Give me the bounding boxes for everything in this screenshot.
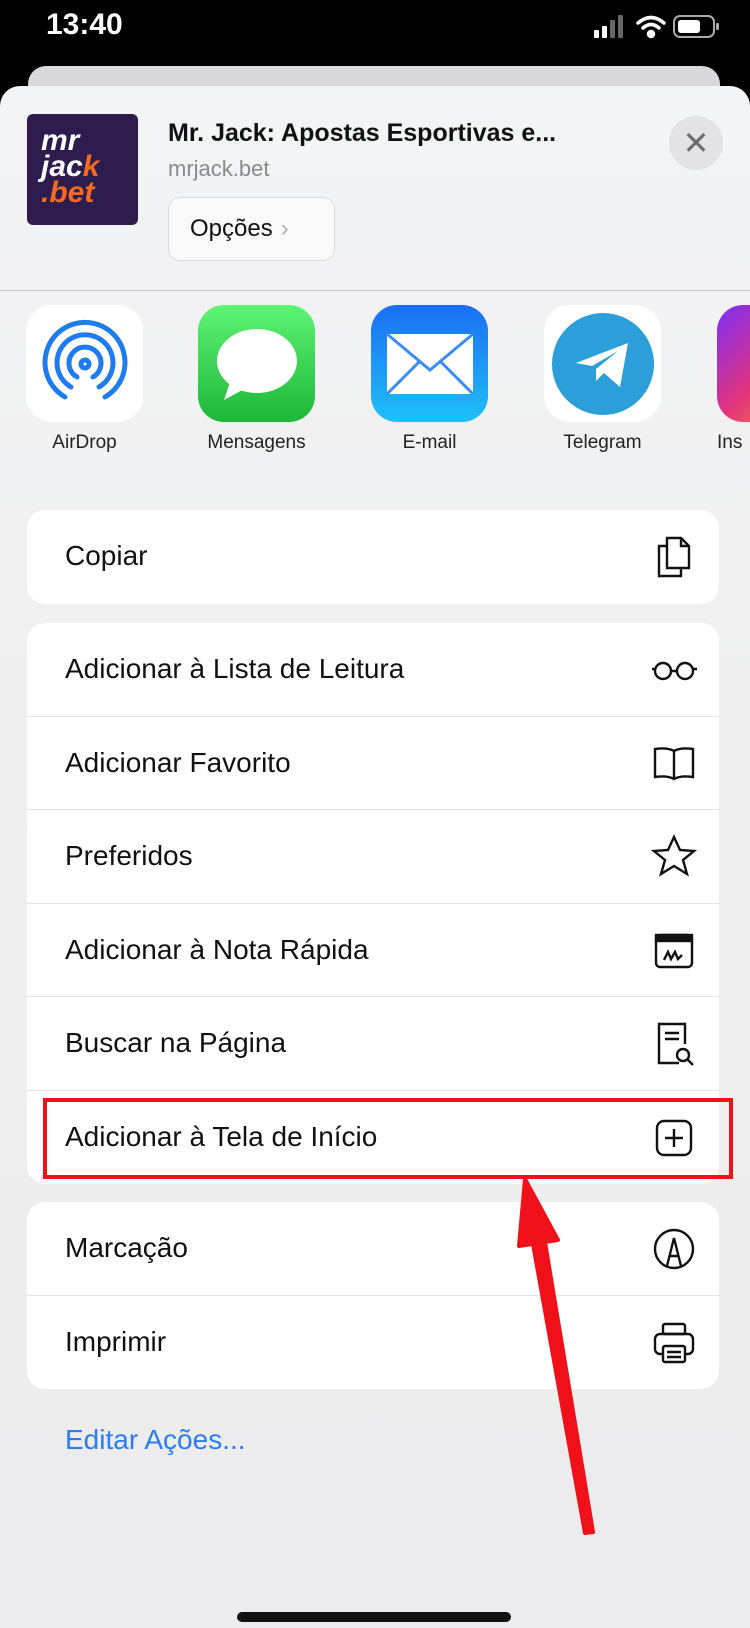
app-email[interactable]: E-mail <box>371 305 488 454</box>
share-header: mr jack .bet Mr. Jack: Apostas Esportivas … <box>0 86 750 291</box>
action-quick-note[interactable]: Adicionar à Nota Rápida <box>27 904 719 997</box>
options-button[interactable]: Opções › <box>168 197 335 261</box>
messages-icon <box>198 305 315 422</box>
status-bar: 13:40 <box>0 0 750 65</box>
action-copy[interactable]: Copiar <box>27 510 719 604</box>
markup-icon <box>653 1228 695 1270</box>
instagram-icon <box>717 305 750 422</box>
app-label: E-mail <box>402 432 457 453</box>
mail-icon <box>371 305 488 422</box>
app-label: Mensagens <box>207 432 306 453</box>
quick-note-icon <box>654 933 694 968</box>
action-reading-list[interactable]: Adicionar à Lista de Leitura <box>27 623 719 717</box>
chevron-right-icon: › <box>280 215 289 242</box>
app-messages[interactable]: Mensagens <box>198 305 315 454</box>
action-favorites[interactable]: Preferidos <box>27 810 719 904</box>
site-logo: mr jack .bet <box>27 114 138 225</box>
highlight-box <box>43 1098 733 1179</box>
action-group-other: Marcação Imprimir <box>27 1202 719 1389</box>
action-label: Adicionar à Nota Rápida <box>65 933 369 965</box>
copy-icon <box>657 536 691 578</box>
app-label: AirDrop <box>52 432 117 453</box>
find-in-page-icon <box>657 1022 694 1066</box>
action-print[interactable]: Imprimir <box>27 1296 719 1390</box>
edit-actions-link[interactable]: Editar Ações... <box>65 1424 246 1456</box>
wifi-icon <box>636 15 666 39</box>
options-label: Opções <box>190 215 273 242</box>
clock: 13:40 <box>46 8 123 41</box>
share-sheet: mr jack .bet Mr. Jack: Apostas Esportivas … <box>0 86 750 1628</box>
star-icon <box>651 834 697 877</box>
action-label: Buscar na Página <box>65 1027 287 1058</box>
action-label: Marcação <box>65 1232 188 1263</box>
book-icon <box>653 746 695 780</box>
printer-icon <box>653 1322 695 1363</box>
app-share-row[interactable]: AirDrop Mensagens E-mail Telegram Ins <box>0 305 750 465</box>
airdrop-icon <box>26 305 143 422</box>
app-label: Telegram <box>563 432 642 453</box>
close-icon[interactable]: ✕ <box>669 116 723 170</box>
arrow-annotation-icon <box>517 1177 595 1535</box>
page-title: Mr. Jack: Apostas Esportivas e... <box>168 119 557 147</box>
page-url: mrjack.bet <box>168 156 270 181</box>
signal-icon <box>594 15 623 38</box>
action-label: Adicionar Favorito <box>65 746 291 778</box>
telegram-icon <box>544 305 661 422</box>
action-add-bookmark[interactable]: Adicionar Favorito <box>27 717 719 810</box>
battery-icon <box>673 15 719 38</box>
app-label: Ins <box>717 432 743 453</box>
glasses-icon <box>652 661 697 681</box>
action-find-in-page[interactable]: Buscar na Página <box>27 997 719 1091</box>
action-label: Copiar <box>65 540 148 571</box>
app-airdrop[interactable]: AirDrop <box>26 305 143 454</box>
action-label: Preferidos <box>65 840 193 871</box>
action-markup[interactable]: Marcação <box>27 1202 719 1296</box>
home-indicator[interactable] <box>237 1612 511 1622</box>
status-icons <box>594 15 719 39</box>
app-telegram[interactable]: Telegram <box>544 305 661 454</box>
action-label: Adicionar à Lista de Leitura <box>65 653 405 684</box>
action-label: Imprimir <box>65 1325 167 1357</box>
action-group-copy: Copiar <box>27 510 719 604</box>
app-instagram[interactable]: Ins <box>717 305 750 454</box>
